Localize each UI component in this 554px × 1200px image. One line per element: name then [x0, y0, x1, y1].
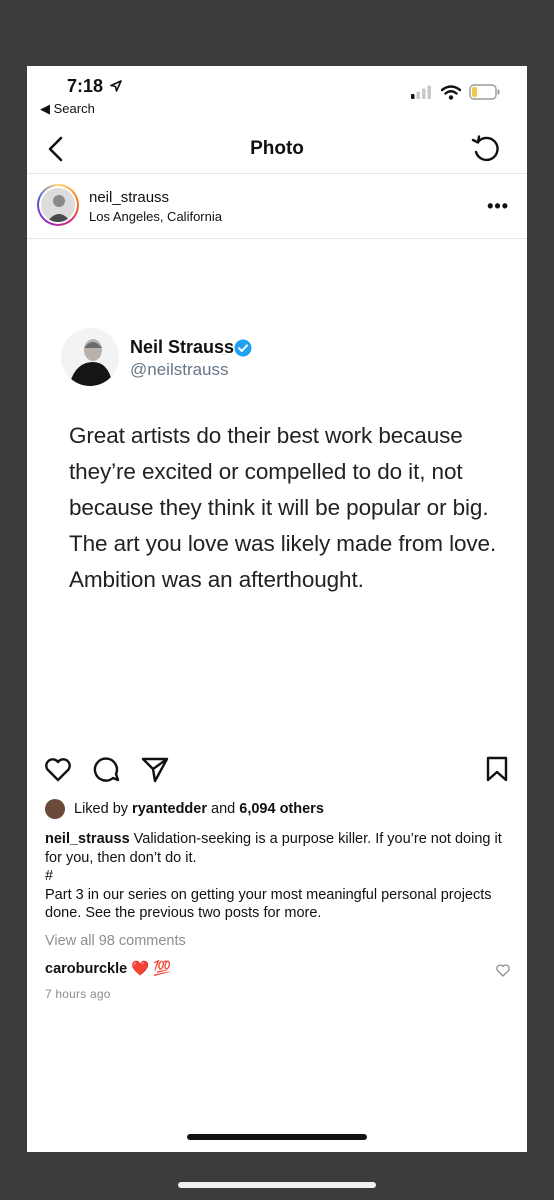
likes-summary[interactable]: Liked by ryantedder and 6,094 others — [74, 801, 324, 817]
tweet-avatar — [61, 328, 119, 386]
share-paper-plane-icon[interactable] — [140, 754, 170, 784]
tweet-handle: @neilstrauss — [130, 360, 229, 379]
comment-like-heart-icon[interactable] — [495, 962, 511, 978]
post-author-avatar[interactable] — [37, 184, 79, 226]
verified-badge-icon — [234, 339, 252, 357]
person-photo-icon — [61, 328, 119, 386]
page-title: Photo — [250, 138, 304, 159]
bookmark-icon[interactable] — [482, 754, 512, 784]
status-back-to-search[interactable]: ◀ Search — [40, 101, 95, 117]
refresh-icon[interactable] — [469, 132, 503, 166]
tweet-text: Great artists do their best work because… — [69, 423, 497, 592]
nav-divider — [27, 173, 527, 174]
avatar-photo — [41, 188, 75, 222]
outer-home-indicator — [178, 1182, 376, 1188]
more-options-icon[interactable]: ••• — [487, 196, 509, 217]
post-caption: neil_strauss Validation-seeking is a pur… — [45, 831, 502, 921]
comment-item: caroburckle ❤️ 💯 — [45, 960, 171, 977]
status-time: 7:18 — [67, 76, 122, 97]
battery-icon — [469, 84, 500, 100]
post-location[interactable]: Los Angeles, California — [89, 209, 222, 224]
likes-count[interactable]: 6,094 others — [239, 801, 324, 817]
post-username[interactable]: neil_strauss — [89, 189, 169, 206]
post-timestamp: 7 hours ago — [45, 987, 111, 1001]
liker-avatar[interactable] — [45, 799, 65, 819]
comment-text: ❤️ 💯 — [131, 961, 172, 977]
caption-username[interactable]: neil_strauss — [45, 831, 130, 847]
home-indicator[interactable] — [187, 1134, 367, 1140]
phone-screen: 7:18 ◀ Search Photo neil_strauss Los Ang… — [27, 66, 527, 1152]
status-icons — [411, 84, 501, 100]
nav-bar: Photo — [27, 128, 527, 174]
liker-username[interactable]: ryantedder — [132, 801, 207, 817]
like-heart-icon[interactable] — [43, 754, 73, 784]
header-divider — [27, 238, 527, 239]
location-arrow-icon — [110, 80, 122, 92]
signal-icon — [411, 85, 431, 99]
wifi-icon — [441, 84, 461, 100]
tweet-author-name: Neil Strauss — [130, 337, 235, 357]
comment-bubble-icon[interactable] — [92, 754, 122, 784]
comment-username[interactable]: caroburckle — [45, 961, 127, 977]
person-silhouette-icon — [41, 188, 75, 222]
view-all-comments-link[interactable]: View all 98 comments — [45, 933, 186, 949]
